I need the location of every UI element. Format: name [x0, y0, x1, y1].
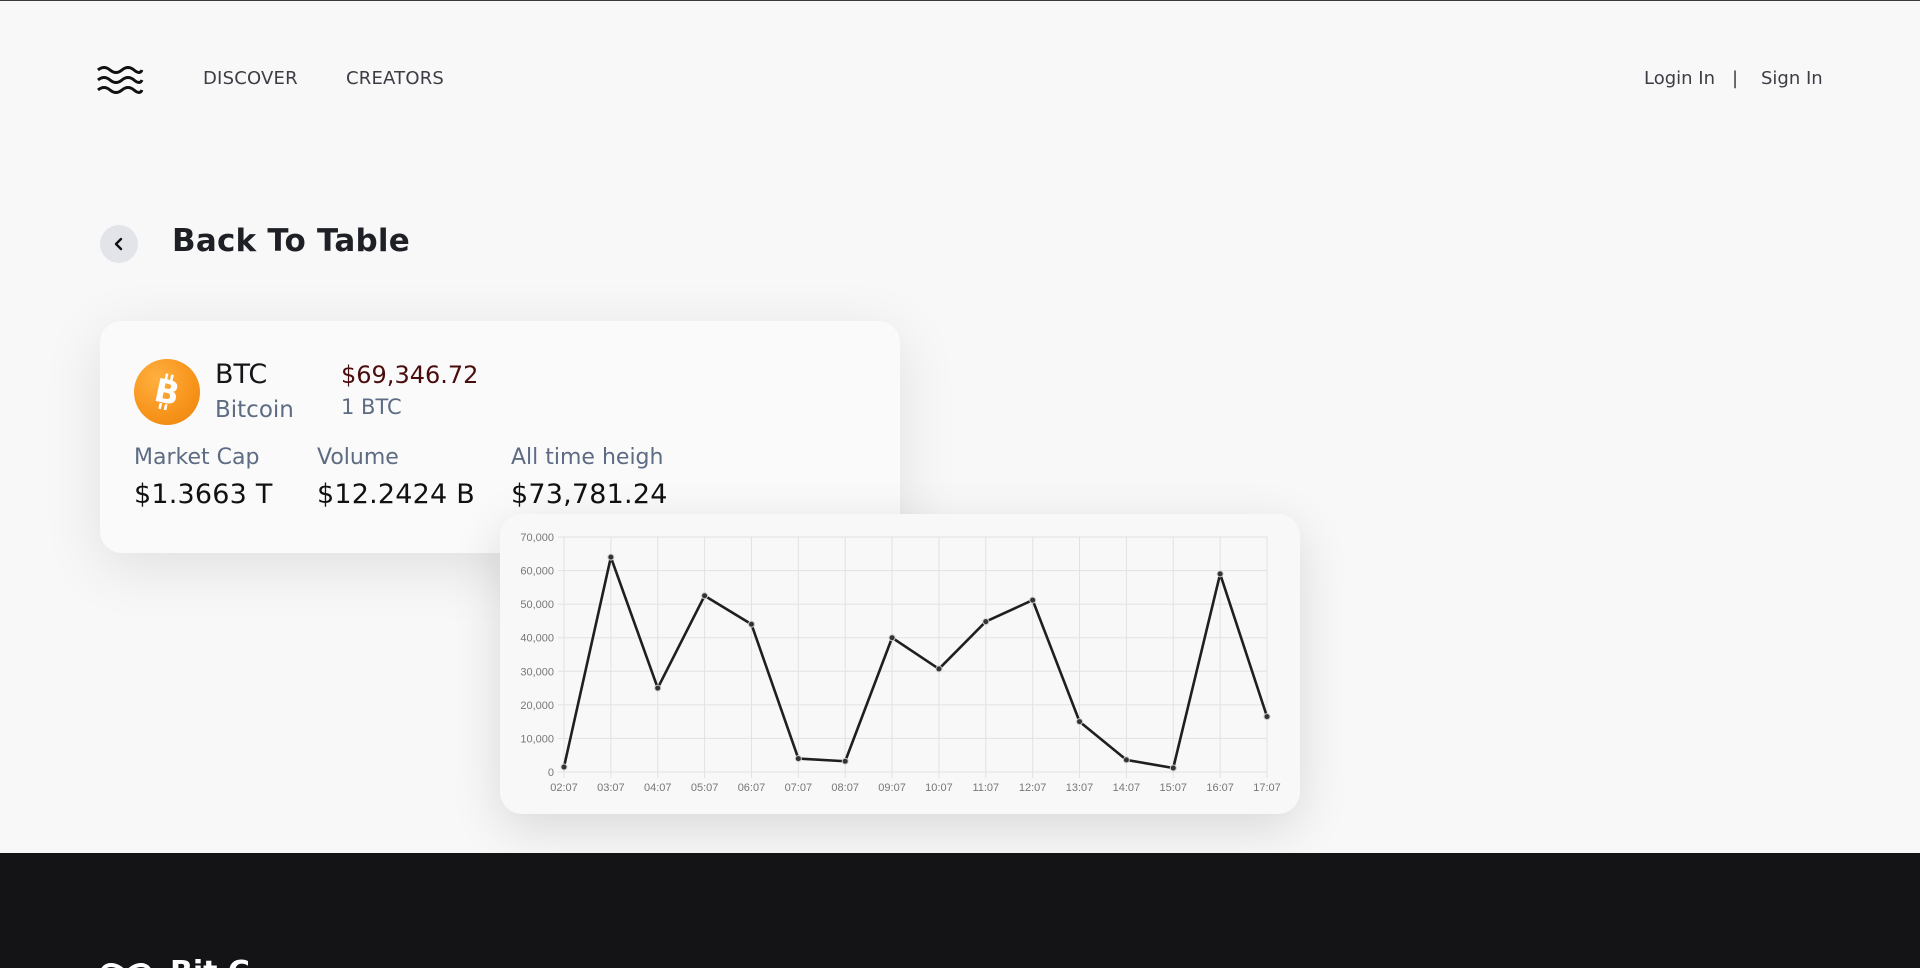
volume-label: Volume [317, 445, 399, 470]
data-point [560, 763, 568, 771]
x-tick-label: 09:07 [878, 782, 906, 794]
data-point [701, 592, 709, 600]
coin-name: Bitcoin [215, 397, 294, 423]
data-point [935, 665, 943, 673]
signin-link[interactable]: Sign In [1761, 68, 1823, 89]
data-point [1263, 713, 1271, 721]
back-to-table-title[interactable]: Back To Table [172, 223, 410, 259]
nav-creators[interactable]: CREATORS [346, 68, 444, 89]
data-point [841, 757, 849, 765]
y-tick-label: 10,000 [520, 733, 554, 745]
market-cap-value: $1.3663 T [134, 479, 273, 510]
coin-symbol: BTC [215, 359, 268, 390]
waves-logo-icon[interactable] [96, 64, 144, 98]
bitcoin-icon: B [134, 359, 200, 425]
volume-value: $12.2424 B [317, 479, 475, 510]
data-point [1169, 764, 1177, 772]
data-point [888, 634, 896, 642]
x-tick-label: 07:07 [785, 782, 813, 794]
back-button[interactable] [100, 225, 138, 263]
price-chart-card: 0 10,000 20,000 30,000 40,000 50,000 60,000 70,… [500, 514, 1300, 814]
nav-discover[interactable]: DISCOVER [203, 68, 298, 89]
x-tick-label: 10:07 [925, 782, 953, 794]
site-header: DISCOVER CREATORS Login In | Sign In [0, 0, 1920, 160]
data-point [607, 553, 615, 561]
x-tick-label: 02:07 [550, 782, 578, 794]
x-tick-label: 15:07 [1160, 782, 1188, 794]
x-tick-label: 08:07 [831, 782, 859, 794]
x-tick-label: 12:07 [1019, 782, 1047, 794]
x-tick-label: 04:07 [644, 782, 672, 794]
y-tick-label: 70,000 [520, 532, 554, 544]
data-point [1076, 718, 1084, 726]
x-tick-label: 03:07 [597, 782, 625, 794]
data-point [747, 620, 755, 628]
coin-price: $69,346.72 [341, 361, 479, 389]
market-cap-label: Market Cap [134, 445, 260, 470]
x-tick-label: 11:07 [972, 782, 999, 794]
auth-separator: | [1732, 68, 1739, 89]
data-point [654, 684, 662, 692]
x-tick-label: 05:07 [691, 782, 719, 794]
footer-brand: Bit C [170, 955, 250, 968]
ath-label: All time heigh [511, 445, 664, 470]
price-line-chart: 0 10,000 20,000 30,000 40,000 50,000 60,000 70,… [520, 532, 1281, 794]
price-series-line [562, 555, 1269, 770]
site-footer: Bit C [0, 853, 1920, 968]
y-tick-label: 0 [548, 767, 554, 779]
x-tick-label: 16:07 [1206, 782, 1234, 794]
y-tick-label: 40,000 [520, 633, 554, 645]
data-point [794, 755, 802, 763]
chevron-left-icon [114, 237, 123, 251]
data-point [1122, 756, 1130, 764]
x-tick-label: 14:07 [1113, 782, 1141, 794]
login-link[interactable]: Login In [1644, 68, 1715, 89]
y-tick-label: 50,000 [520, 599, 554, 611]
data-point [1029, 596, 1037, 604]
data-point [982, 618, 990, 626]
y-tick-label: 60,000 [520, 566, 554, 578]
infinity-logo-icon [101, 963, 151, 968]
y-tick-label: 20,000 [520, 700, 554, 712]
ath-value: $73,781.24 [511, 479, 668, 510]
y-tick-label: 30,000 [520, 666, 554, 678]
x-tick-label: 13:07 [1066, 782, 1094, 794]
x-tick-label: 17:07 [1253, 782, 1281, 794]
data-point [1216, 570, 1224, 578]
coin-unit: 1 BTC [341, 395, 402, 419]
x-tick-label: 06:07 [738, 782, 766, 794]
